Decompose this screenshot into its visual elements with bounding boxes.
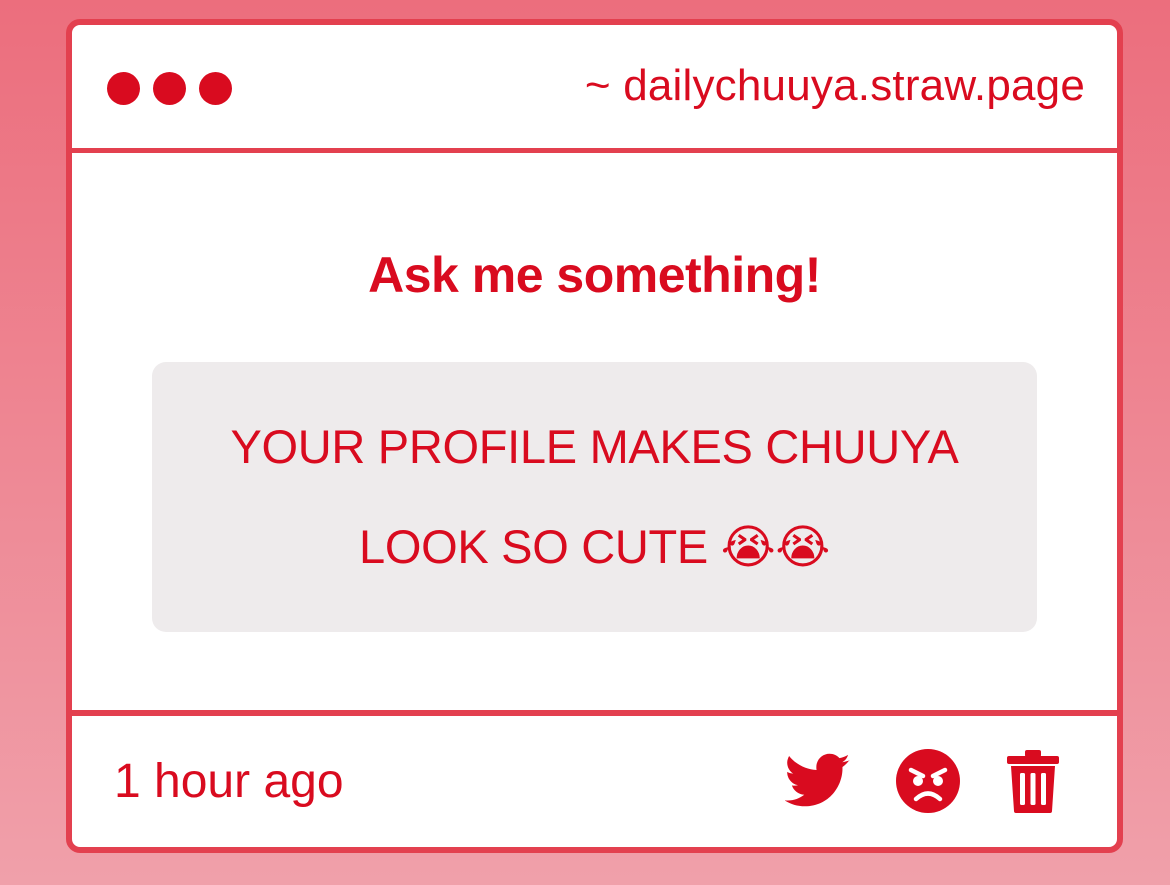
card-footer: 1 hour ago — [72, 710, 1117, 847]
question-text: YOUR PROFILE MAKES CHUUYA LOOK SO CUTE 😭… — [230, 420, 959, 573]
window-dots — [107, 72, 232, 105]
window-titlebar: ~ dailychuuya.straw.page — [72, 25, 1117, 153]
window-dot-3 — [199, 72, 232, 105]
question-box: YOUR PROFILE MAKES CHUUYA LOOK SO CUTE 😭… — [152, 362, 1037, 632]
trash-icon[interactable] — [1005, 749, 1061, 813]
window-dot-2 — [153, 72, 186, 105]
action-buttons — [785, 748, 1061, 814]
page-title: Ask me something! — [368, 247, 821, 303]
twitter-icon[interactable] — [785, 753, 851, 809]
question-card: ~ dailychuuya.straw.page Ask me somethin… — [66, 19, 1123, 853]
card-content: Ask me something! YOUR PROFILE MAKES CHU… — [72, 153, 1117, 710]
timestamp: 1 hour ago — [114, 755, 344, 808]
angry-face-icon[interactable] — [895, 748, 961, 814]
page-url[interactable]: ~ dailychuuya.straw.page — [585, 61, 1085, 111]
window-dot-1 — [107, 72, 140, 105]
